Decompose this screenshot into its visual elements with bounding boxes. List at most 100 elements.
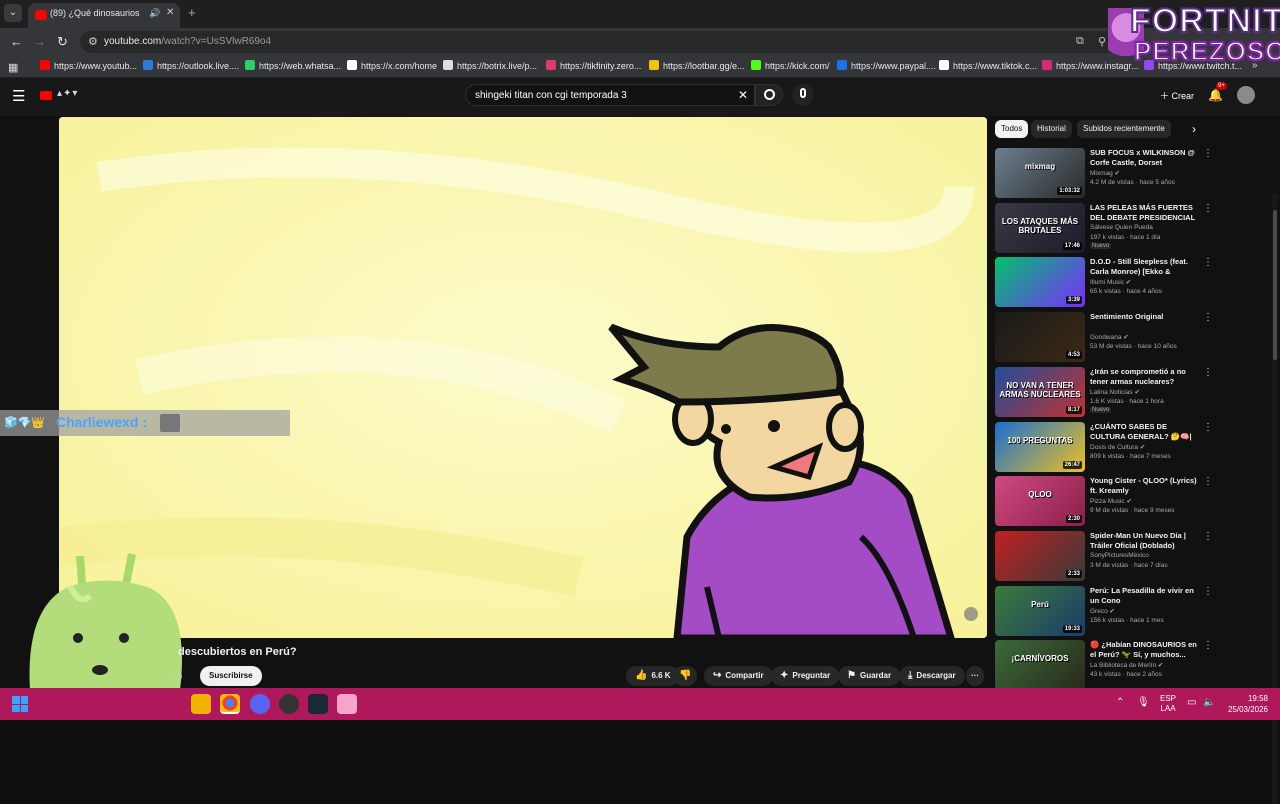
url-text[interactable]: youtube.com/watch?v=UsSVlwR69o4 [104, 36, 271, 47]
recommendation-item[interactable]: 4:53 Sentimiento Original Gondwana ✔ 53 M d… [995, 312, 1215, 364]
share-button[interactable]: ↪ Compartir [704, 666, 773, 686]
tray-microphone-icon[interactable]: 🎙 [1137, 697, 1150, 708]
dislike-button[interactable]: 👎 [673, 666, 698, 686]
video-thumbnail[interactable]: Perú 19:33 [995, 585, 1085, 636]
file-explorer-icon[interactable] [191, 694, 211, 714]
video-thumbnail[interactable]: LOS ATAQUES MÁS BRUTALES 17:46 [995, 202, 1085, 253]
more-options-icon[interactable]: ⋮ [1203, 422, 1213, 433]
speaker-icon[interactable]: 🔊 [149, 8, 160, 19]
download-button[interactable]: ⤓ Descargar [899, 666, 965, 686]
subscribe-button[interactable]: Suscribirse [200, 666, 262, 686]
back-arrow-icon[interactable]: ← [10, 34, 23, 49]
video-thumbnail[interactable]: QLOO 2:30 [995, 476, 1085, 527]
forward-arrow-icon[interactable]: → [33, 34, 46, 49]
bookmark-kick[interactable]: https://kick.com/ [751, 60, 830, 71]
reload-icon[interactable]: ↻ [57, 34, 68, 50]
bookmark-x[interactable]: https://x.com/home [347, 60, 437, 71]
bookmark-tikfinity[interactable]: https://tikfinity.zero... [546, 60, 641, 71]
windows-start-icon[interactable] [12, 696, 28, 712]
chip-subidos-recientemente[interactable]: Subidos recientemente [1077, 120, 1171, 138]
browser-tab-active[interactable]: (89) ¿Qué dinosaurios fuero 🔊 ✕ [28, 3, 180, 28]
input-language[interactable]: ESP LAA [1160, 694, 1176, 714]
steam-icon[interactable] [308, 694, 328, 714]
scrollbar-thumb[interactable] [1273, 210, 1277, 360]
video-thumbnail[interactable]: 3:39 [995, 257, 1085, 308]
avatar[interactable] [1237, 86, 1255, 104]
video-player[interactable] [59, 117, 987, 638]
tab-close-icon[interactable]: ✕ [166, 7, 174, 18]
bookmark-whatsapp[interactable]: https://web.whatsa... [245, 60, 341, 71]
recommendation-item[interactable]: 3:39 D.O.D - Still Sleepless (feat. Carla… [995, 257, 1215, 309]
more-options-icon[interactable]: ⋮ [1203, 531, 1213, 542]
bookmark-youtube[interactable]: https://www.youtub... [40, 60, 137, 71]
address-bar[interactable]: ⚙ youtube.com/watch?v=UsSVlwR69o4 ⧉ ⚲ [80, 31, 1120, 53]
more-options-icon[interactable]: ⋮ [1203, 640, 1213, 651]
filter-chips: Todos Historial Subidos recientemente [995, 120, 1205, 140]
chip-todos[interactable]: Todos [995, 120, 1029, 138]
more-actions-button[interactable]: ··· [966, 666, 984, 686]
more-options-icon[interactable]: ⋮ [1203, 586, 1213, 597]
create-button[interactable]: ＋ Crear [1152, 86, 1202, 106]
recommendation-item[interactable]: Perú 19:33 Perú: La Pesadilla de vivir en … [995, 585, 1215, 638]
bookmark-outlook[interactable]: https://outlook.live.... [143, 60, 239, 71]
voice-search-button[interactable] [792, 84, 814, 106]
volume-icon[interactable]: 🔈 [1203, 697, 1215, 708]
more-options-icon[interactable]: ⋮ [1203, 367, 1213, 378]
more-options-icon[interactable]: ⋮ [1203, 312, 1213, 323]
recommendation-item[interactable]: 2:33 Spider-Man Un Nuevo Día | Tráiler Of… [995, 530, 1215, 583]
view-count-meta: 809 k vistas · hace 7 meses [1090, 452, 1171, 460]
duration-badge: 3:39 [1065, 296, 1082, 305]
youtube-logo-icon[interactable] [40, 91, 52, 100]
app-icon[interactable] [337, 694, 357, 714]
tray-chevron-up-icon[interactable]: ⌃ [1116, 697, 1124, 708]
more-options-icon[interactable]: ⋮ [1203, 257, 1213, 268]
save-button[interactable]: ⚑ Guardar [838, 666, 901, 686]
bookmark-lootbar[interactable]: https://lootbar.gg/e... [649, 60, 745, 71]
bell-icon[interactable]: 🔔 [1208, 88, 1223, 102]
bookmark-botrix[interactable]: https://botrix.live/p... [443, 60, 537, 71]
video-thumbnail[interactable]: 2:33 [995, 530, 1085, 581]
clear-search-icon[interactable]: ✕ [738, 88, 748, 102]
video-thumbnail[interactable]: 4:53 [995, 312, 1085, 363]
site-info-icon[interactable]: ⚙ [88, 35, 98, 48]
youtube-doodle-icon[interactable]: ▴✦▾ [57, 88, 78, 99]
discord-icon[interactable] [250, 694, 270, 714]
recommendation-item[interactable]: NO VAN A TENER ARMAS NUCLEARES 8:17 ¿Irán … [995, 366, 1215, 419]
tab-search-button[interactable]: ⌄ [4, 4, 22, 22]
recommendation-item[interactable]: QLOO 2:30 Young Cister - QLOO* (Lyrics) ft… [995, 476, 1215, 528]
network-icon[interactable]: ▭ [1187, 697, 1196, 708]
search-query[interactable]: shingeki titan con cgi temporada 3 [475, 90, 627, 101]
ask-button[interactable]: ✦ Preguntar [771, 666, 840, 686]
url-host: youtube.com [104, 36, 162, 47]
chevron-right-icon[interactable]: › [1192, 122, 1196, 136]
channel-name-fragment[interactable]: se [174, 672, 182, 681]
search-input[interactable]: shingeki titan con cgi temporada 3 ✕ [465, 84, 755, 106]
video-thumbnail[interactable]: ¡CARNÍVOROS [995, 640, 1085, 688]
apps-grid-icon[interactable]: ▦ [8, 61, 18, 74]
obs-icon[interactable] [279, 694, 299, 714]
recommendation-item[interactable]: LOS ATAQUES MÁS BRUTALES 17:46 LAS PELEAS … [995, 202, 1215, 255]
system-clock[interactable]: 19:58 25/03/2026 [1226, 693, 1268, 715]
bookmark-tiktok[interactable]: https://www.tiktok.c... [939, 60, 1037, 71]
chrome-icon[interactable] [220, 694, 240, 714]
cast-icon[interactable]: ⧉ [1076, 35, 1084, 48]
more-options-icon[interactable]: ⋮ [1203, 203, 1213, 214]
recommendations-list: mixmag 1:03:32 SUB FOCUS x WILKINSON @ Cor… [995, 148, 1215, 688]
recommendation-item[interactable]: ¡CARNÍVOROS 🔴 ¿Habían DINOSAURIOS en el P… [995, 640, 1215, 688]
hamburger-menu-icon[interactable]: ☰ [12, 87, 25, 105]
search-button[interactable] [755, 84, 783, 106]
chip-historial[interactable]: Historial [1031, 120, 1072, 138]
zoom-icon[interactable]: ⚲ [1098, 35, 1106, 48]
video-title: ¿Irán se comprometió a no tener armas nu… [1090, 366, 1186, 386]
bookmark-paypal[interactable]: https://www.paypal.... [837, 60, 936, 71]
like-button[interactable]: 👍 6.6 K [626, 666, 680, 686]
video-thumbnail[interactable]: 100 PREGUNTAS 26:47 [995, 421, 1085, 472]
video-thumbnail[interactable]: NO VAN A TENER ARMAS NUCLEARES 8:17 [995, 366, 1085, 417]
fortnite-overlay: FORTNITE PEREZOSO1 [1106, 1, 1280, 72]
new-tab-button[interactable]: + [188, 5, 196, 20]
more-options-icon[interactable]: ⋮ [1203, 476, 1213, 487]
more-options-icon[interactable]: ⋮ [1203, 148, 1213, 159]
recommendation-item[interactable]: mixmag 1:03:32 SUB FOCUS x WILKINSON @ Cor… [995, 148, 1215, 200]
video-thumbnail[interactable]: mixmag 1:03:32 [995, 148, 1085, 198]
recommendation-item[interactable]: 100 PREGUNTAS 26:47 ¿CUÁNTO SABES DE CULTU… [995, 421, 1215, 474]
